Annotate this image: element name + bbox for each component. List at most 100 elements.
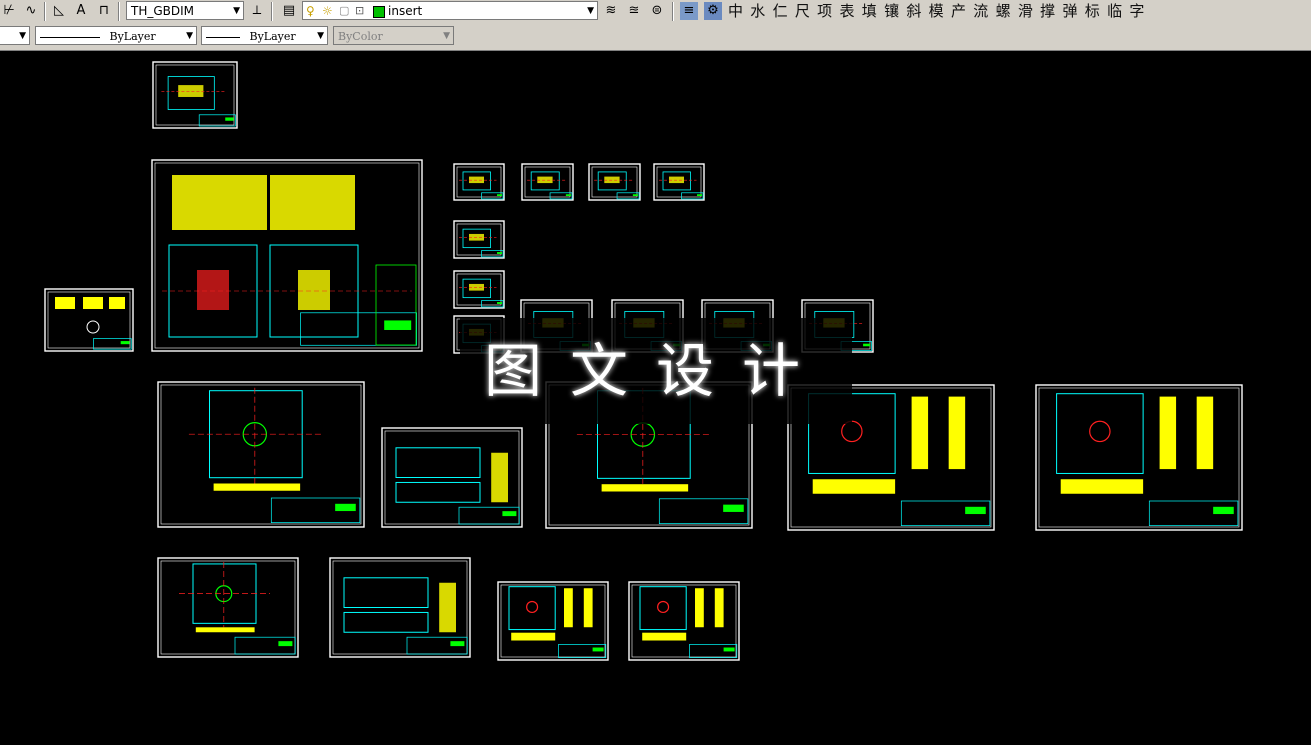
- hatch-section: [669, 176, 684, 184]
- plugin-button-19[interactable]: 字: [1127, 1, 1147, 21]
- assembly-plan: [1056, 393, 1144, 474]
- watermark-overlay: 图文设计: [460, 318, 852, 424]
- plate-top-view: [343, 577, 429, 608]
- drawing-sheet-frame: [157, 557, 299, 658]
- lock-icon: ⊡: [355, 4, 365, 17]
- title-block-label: [1213, 506, 1234, 515]
- assembly-cavity: [526, 600, 539, 614]
- assembly-section-a: [1159, 396, 1177, 470]
- hatch-section: [178, 85, 204, 97]
- plugin-button-4[interactable]: 尺: [792, 1, 812, 21]
- linetype-combo[interactable]: ByLayer ▼: [35, 26, 197, 45]
- side-section: [601, 484, 689, 492]
- plugin-button-7[interactable]: 填: [859, 1, 879, 21]
- dimension-linear-icon[interactable]: ⊬: [0, 2, 18, 20]
- plugin-button-8[interactable]: 镶: [882, 1, 902, 21]
- title-block-label: [384, 320, 412, 330]
- hatch-section: [537, 176, 553, 184]
- assembly-section-a: [564, 588, 573, 628]
- layer-previous-icon[interactable]: ≊: [625, 2, 643, 20]
- plotstyle-value: ByColor: [338, 30, 383, 43]
- hatch-section: [469, 283, 484, 291]
- layer-combo[interactable]: ♀ ☼ ▢ ⊡ insert ▼: [302, 1, 598, 20]
- title-block-label: [335, 503, 356, 512]
- plugin-button-17[interactable]: 标: [1082, 1, 1102, 21]
- title-block-label: [497, 252, 502, 254]
- title-block-label: [225, 117, 234, 121]
- assembly-plan: [508, 586, 556, 631]
- plate-top-view: [395, 447, 481, 478]
- assembly-plan: [639, 586, 687, 631]
- lineweight-value: ByLayer: [249, 30, 296, 43]
- title-block-label: [723, 647, 735, 652]
- assembly-section-b: [948, 396, 966, 470]
- viewport-icon: ▢: [339, 4, 350, 17]
- chevron-down-icon: ▼: [587, 6, 594, 16]
- assembly-base-section: [1060, 479, 1144, 494]
- dimension-update-icon[interactable]: ⊓: [95, 2, 113, 20]
- dimension-text-icon[interactable]: A: [72, 2, 90, 20]
- drawing-sheet-inner-border: [160, 560, 296, 655]
- drawing-sheet-inner-border: [160, 384, 362, 525]
- lineweight-combo[interactable]: ByLayer ▼: [201, 26, 328, 45]
- title-block-label: [723, 504, 744, 512]
- hatch-section: [469, 176, 484, 184]
- plugin-button-13[interactable]: 螺: [993, 1, 1013, 21]
- part-thumb-3: [109, 297, 125, 309]
- assembly-base-section: [511, 632, 556, 641]
- plugin-settings-icon[interactable]: ⚙: [704, 2, 722, 20]
- title-block-label: [565, 194, 571, 197]
- plugin-button-5[interactable]: 项: [815, 1, 835, 21]
- plugin-button-16[interactable]: 弹: [1060, 1, 1080, 21]
- title-block-label: [863, 343, 871, 347]
- dimension-angular-icon[interactable]: ∿: [22, 2, 40, 20]
- part-thumb-1: [55, 297, 75, 309]
- dimstyle-manager-icon[interactable]: ⟂: [248, 2, 266, 20]
- hatch-section: [469, 233, 484, 241]
- color-combo[interactable]: ▼: [0, 26, 30, 45]
- layer-properties-icon[interactable]: ▤: [280, 2, 298, 20]
- plugin-button-15[interactable]: 撑: [1038, 1, 1058, 21]
- chevron-down-icon: ▼: [233, 6, 240, 16]
- lineweight-preview: [206, 36, 240, 38]
- assembly-section-a: [911, 396, 929, 470]
- layer-states-icon[interactable]: ⊜: [648, 2, 666, 20]
- title-block-label: [450, 641, 465, 647]
- chevron-down-icon: ▼: [19, 31, 26, 41]
- title-block-label: [697, 194, 702, 197]
- plugin-button-6[interactable]: 表: [837, 1, 857, 21]
- plugin-button-11[interactable]: 产: [949, 1, 968, 21]
- bulb-icon: ♀: [306, 4, 315, 18]
- plugin-button-1[interactable]: 中: [726, 1, 745, 21]
- plugin-button-9[interactable]: 斜: [904, 1, 924, 21]
- dimstyle-value: TH_GBDIM: [131, 4, 195, 18]
- plate-front-view: [395, 481, 481, 503]
- title-block-label: [497, 194, 502, 197]
- sun-icon: ☼: [322, 4, 333, 18]
- part-thumb-2: [83, 297, 103, 309]
- plugin-button-12[interactable]: 流: [971, 1, 991, 21]
- assembly-section-a: [695, 588, 704, 628]
- title-block-label: [502, 511, 517, 517]
- title-block-label: [278, 641, 293, 647]
- dimension-edit-icon[interactable]: ◺: [50, 2, 68, 20]
- dimstyle-combo[interactable]: TH_GBDIM ▼: [126, 1, 244, 20]
- plugin-icon[interactable]: ≡: [680, 2, 698, 20]
- make-layer-current-icon[interactable]: ≋: [602, 2, 620, 20]
- part-thumb-4: [86, 320, 100, 334]
- plugin-button-3[interactable]: 仁: [770, 1, 790, 21]
- title-block-label: [592, 647, 604, 652]
- plate-front-view: [343, 611, 429, 633]
- linetype-value: ByLayer: [109, 30, 156, 43]
- chevron-down-icon: ▼: [443, 31, 450, 41]
- plate-side-section: [491, 452, 508, 503]
- plugin-button-10[interactable]: 模: [926, 1, 946, 21]
- assembly-base-section: [642, 632, 687, 641]
- plate-side-section: [439, 582, 456, 633]
- plugin-button-18[interactable]: 临: [1105, 1, 1125, 21]
- title-block-label: [965, 506, 986, 515]
- assembly-base-section: [812, 479, 896, 494]
- assembly-section-b: [1196, 396, 1214, 470]
- plugin-button-2[interactable]: 水: [748, 1, 768, 21]
- plugin-button-14[interactable]: 滑: [1015, 1, 1035, 21]
